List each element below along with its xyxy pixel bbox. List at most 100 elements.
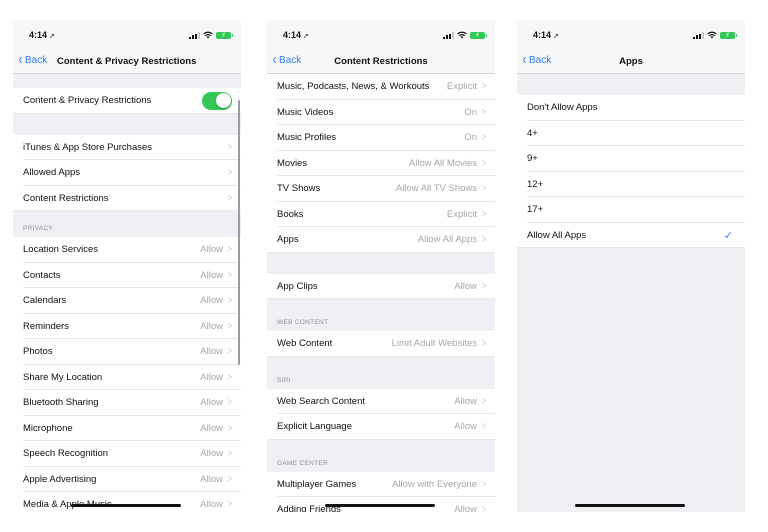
settings-row-apps[interactable]: Apps Allow All Apps > — [267, 227, 495, 253]
apps-option-allow-all-apps[interactable]: Allow All Apps ✓ — [517, 222, 745, 248]
signal-bars-icon — [693, 31, 704, 39]
privacy-row-location-services[interactable]: Location Services Allow > — [13, 237, 241, 263]
settings-row-music-profiles[interactable]: Music Profiles On > — [267, 125, 495, 151]
chevron-right-icon: > — [228, 269, 233, 281]
section-header-siri: SIRI — [267, 356, 495, 389]
privacy-row-speech-recognition[interactable]: Speech Recognition Allow > — [13, 441, 241, 467]
row-value: Allow — [454, 421, 477, 433]
row-value: Limit Adult Websites — [391, 338, 477, 350]
back-button[interactable]: ‹ Back — [522, 52, 552, 67]
siri-group: Web Search Content Allow > Explicit Languag… — [267, 388, 495, 440]
row-label: Contacts — [23, 269, 61, 281]
row-label: Apps — [277, 234, 299, 246]
chevron-right-icon: > — [482, 132, 487, 144]
settings-list: Music, Podcasts, News, & Workouts Explici… — [267, 74, 495, 512]
chevron-right-icon: > — [228, 422, 233, 434]
privacy-row-calendars[interactable]: Calendars Allow > — [13, 288, 241, 314]
chevron-right-icon: > — [482, 208, 487, 220]
row-label: Movies — [277, 157, 308, 169]
signal-bars-icon — [189, 31, 200, 39]
content-privacy-toggle[interactable] — [202, 91, 232, 110]
privacy-row-reminders[interactable]: Reminders Allow > — [13, 313, 241, 339]
row-label: Bluetooth Sharing — [23, 397, 99, 409]
status-time: 4:14 — [29, 30, 48, 40]
row-label: Don't Allow Apps — [527, 102, 598, 114]
chevron-right-icon: > — [482, 81, 487, 93]
chevron-right-icon: > — [228, 473, 233, 485]
section-header-web-content: WEB CONTENT — [267, 299, 495, 331]
back-button[interactable]: ‹ Back — [18, 51, 48, 68]
settings-row-allowed-apps[interactable]: Allowed Apps > — [13, 160, 241, 186]
row-value: Allow — [454, 280, 477, 292]
status-time: 4:14 — [533, 30, 552, 40]
row-label: 17+ — [527, 204, 544, 216]
privacy-row-photos[interactable]: Photos Allow > — [13, 339, 241, 365]
row-label: Allowed Apps — [23, 167, 81, 179]
privacy-row-share-my-location[interactable]: Share My Location Allow > — [13, 364, 241, 390]
section-header-privacy: PRIVACY — [13, 211, 241, 237]
status-time: 4:14 — [283, 30, 302, 40]
status-bar: 4:14 ➚ ⚡ — [13, 20, 241, 50]
settings-row-books[interactable]: Books Explicit > — [267, 201, 495, 227]
chevron-right-icon: > — [482, 395, 487, 407]
apps-option-don-t-allow-apps[interactable]: Don't Allow Apps — [517, 95, 745, 121]
back-button[interactable]: ‹ Back — [272, 52, 302, 67]
phone-screen-content-restrictions: 4:14 ➚ ⚡ ‹ Back Content Restrictions Music… — [267, 20, 495, 512]
chevron-left-icon: ‹ — [18, 51, 23, 68]
settings-row-tv-shows[interactable]: TV Shows Allow All TV Shows > — [267, 176, 495, 202]
settings-row-itunes-and-app-store-purchases[interactable]: iTunes & App Store Purchases > — [13, 134, 241, 160]
settings-row-music-podcasts-news-and-workouts[interactable]: Music, Podcasts, News, & Workouts Explici… — [267, 74, 495, 100]
settings-row-web-content[interactable]: Web Content Limit Adult Websites > — [267, 331, 495, 357]
location-arrow-icon: ➚ — [553, 33, 559, 40]
chevron-right-icon: > — [482, 421, 487, 433]
chevron-right-icon: > — [482, 234, 487, 246]
apps-option-9[interactable]: 9+ — [517, 146, 745, 172]
settings-list: Content & Privacy Restrictions iTunes & … — [13, 74, 241, 512]
privacy-row-microphone[interactable]: Microphone Allow > — [13, 415, 241, 441]
home-indicator[interactable] — [575, 504, 685, 507]
settings-row-movies[interactable]: Movies Allow All Movies > — [267, 150, 495, 176]
privacy-row-contacts[interactable]: Contacts Allow > — [13, 262, 241, 288]
row-label: Music Profiles — [277, 132, 337, 144]
settings-row-explicit-language[interactable]: Explicit Language Allow > — [267, 414, 495, 440]
settings-row-app-clips[interactable]: App Clips Allow > — [267, 273, 495, 299]
settings-row-web-search-content[interactable]: Web Search Content Allow > — [267, 388, 495, 414]
chevron-right-icon: > — [228, 141, 233, 153]
row-label: Photos — [23, 346, 53, 358]
battery-charging-icon: ⚡ — [470, 31, 487, 39]
chevron-right-icon: > — [228, 167, 233, 179]
row-value: Allow All Movies — [408, 157, 477, 169]
home-indicator[interactable] — [71, 504, 181, 507]
wifi-icon — [457, 31, 467, 39]
settings-row-content-restrictions[interactable]: Content Restrictions > — [13, 185, 241, 211]
privacy-row-apple-advertising[interactable]: Apple Advertising Allow > — [13, 466, 241, 492]
row-value: Allow — [200, 397, 223, 409]
row-value: Allow — [200, 422, 223, 434]
navigation-bar: ‹ Back Content & Privacy Restrictions — [13, 50, 241, 74]
navigation-bar: ‹ Back Content Restrictions — [267, 50, 495, 74]
row-label: Allow All Apps — [527, 229, 587, 241]
settings-row-music-videos[interactable]: Music Videos On > — [267, 99, 495, 125]
apps-option-4[interactable]: 4+ — [517, 120, 745, 146]
checkmark-icon: ✓ — [723, 229, 733, 242]
apps-option-17[interactable]: 17+ — [517, 197, 745, 223]
apps-option-12[interactable]: 12+ — [517, 171, 745, 197]
row-label: 4+ — [527, 127, 538, 139]
row-value: Allow — [200, 473, 223, 485]
home-indicator[interactable] — [325, 504, 435, 507]
row-value: Allow — [200, 269, 223, 281]
settings-row-multiplayer-games[interactable]: Multiplayer Games Allow with Everyone > — [267, 471, 495, 497]
row-value: Allow All Apps — [417, 234, 477, 246]
page-title: Content & Privacy Restrictions — [57, 56, 197, 67]
restrictions-group: iTunes & App Store Purchases > Allowed App… — [13, 134, 241, 211]
chevron-right-icon: > — [482, 478, 487, 490]
phone-screen-apps: 4:14 ➚ ⚡ ‹ Back Apps Don't Allow Apps 4+ 9+ 1… — [517, 20, 745, 512]
privacy-row-bluetooth-sharing[interactable]: Bluetooth Sharing Allow > — [13, 390, 241, 416]
privacy-row-media-and-apple-music[interactable]: Media & Apple Music Allow > — [13, 492, 241, 512]
chevron-right-icon: > — [482, 106, 487, 118]
chevron-right-icon: > — [482, 338, 487, 350]
row-value: Allow — [200, 448, 223, 460]
chevron-right-icon: > — [228, 244, 233, 256]
scrollbar[interactable] — [238, 100, 240, 365]
battery-charging-icon: ⚡ — [216, 31, 233, 39]
